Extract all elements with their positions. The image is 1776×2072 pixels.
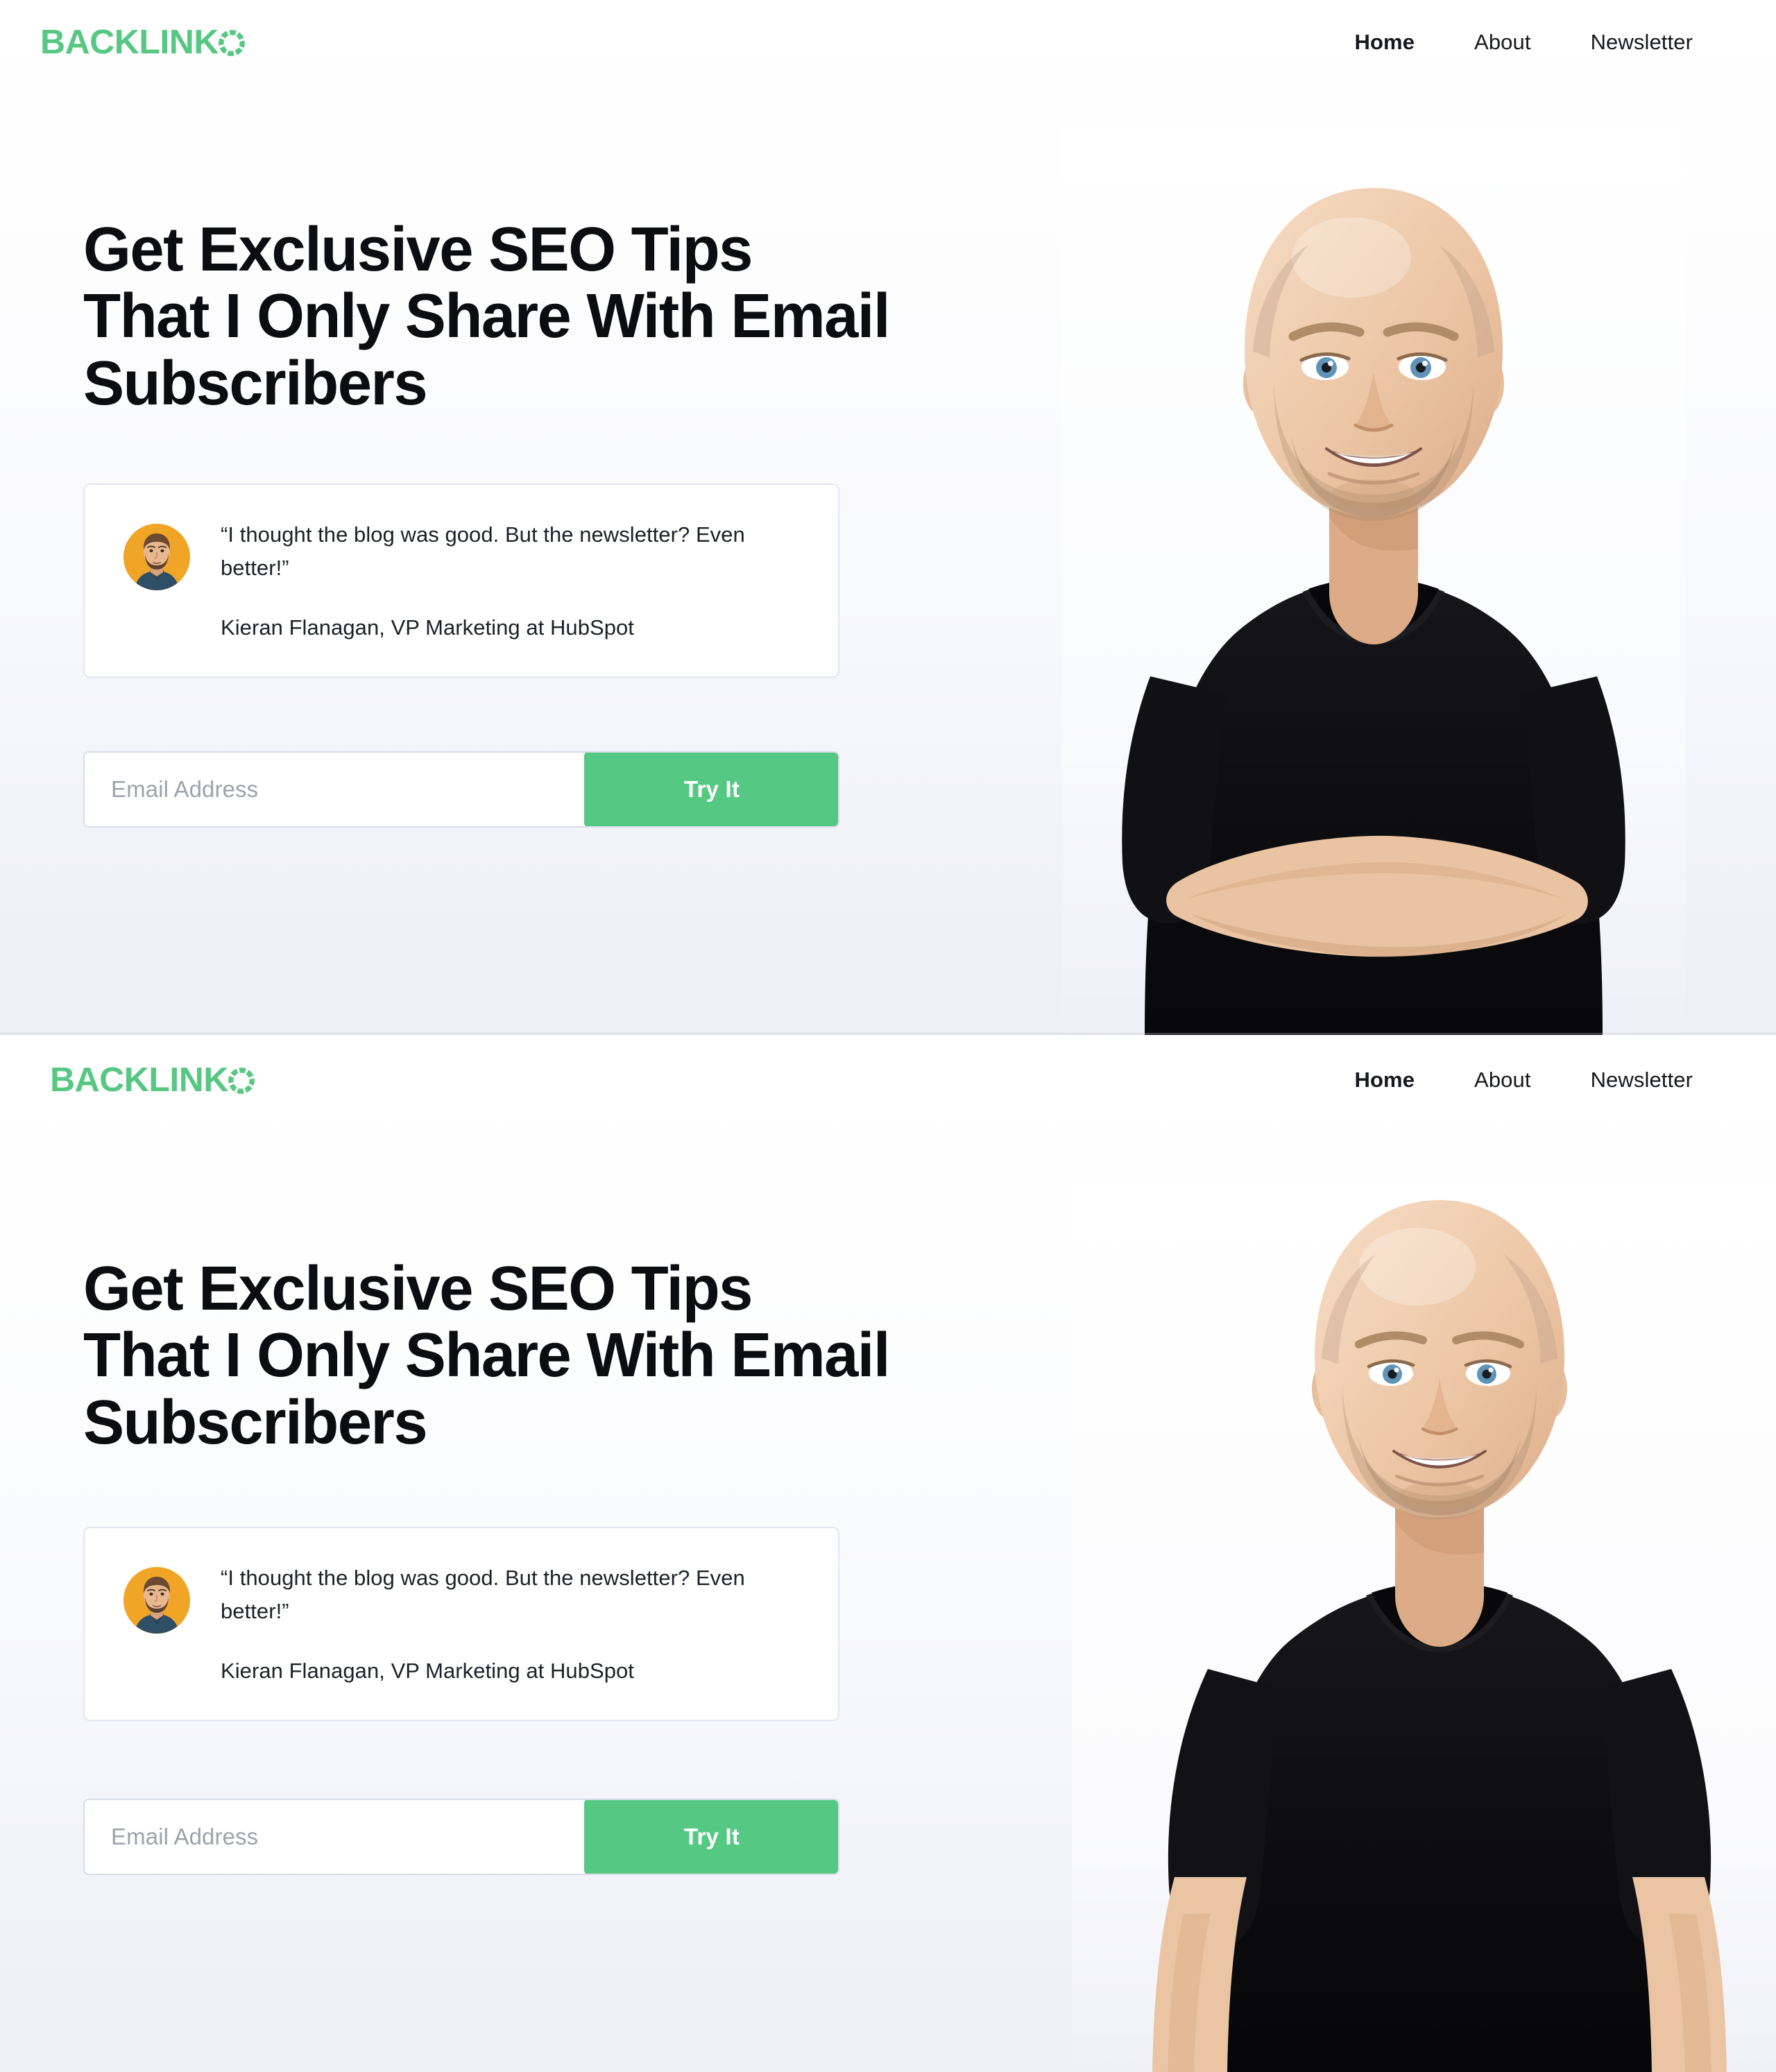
testimonial-card-two: “I thought the blog was good. But the ne…	[83, 1526, 839, 1721]
email-input-one[interactable]	[85, 752, 584, 826]
hero-section-one: Get Exclusive SEO Tips That I Only Share…	[0, 0, 1776, 1035]
logo-backlinko[interactable]: BACKLINK	[40, 23, 246, 61]
primary-nav-one: Home About Newsletter	[1355, 30, 1693, 55]
testimonial-body-two: “I thought the blog was good. But the ne…	[221, 1559, 796, 1688]
hero-portrait-one	[1061, 128, 1686, 1035]
newsletter-signup-form-two: Try It	[83, 1798, 839, 1875]
logo-wordmark-two: BACKLINK	[50, 1061, 228, 1099]
newsletter-signup-form-one: Try It	[83, 751, 839, 828]
testimonial-card-one: “I thought the blog was good. But the ne…	[83, 483, 839, 678]
nav-link-home-two[interactable]: Home	[1355, 1068, 1415, 1093]
try-it-button-one[interactable]: Try It	[584, 752, 838, 826]
email-input-two[interactable]	[85, 1799, 584, 1874]
site-header-one: BACKLINK Home About Newsletter	[0, 18, 1776, 67]
hero-copy-one: Get Exclusive SEO Tips That I Only Share…	[83, 216, 902, 828]
logo-backlinko-two[interactable]: BACKLINK	[50, 1063, 256, 1097]
try-it-button-two[interactable]: Try It	[584, 1799, 838, 1874]
hero-headline-two: Get Exclusive SEO Tips That I Only Share…	[83, 1254, 890, 1457]
primary-nav-two: Home About Newsletter	[1355, 1068, 1693, 1093]
hero-portrait-two	[1072, 1179, 1776, 2072]
testimonial-quote-two: “I thought the blog was good. But the ne…	[221, 1565, 745, 1623]
nav-link-newsletter-two[interactable]: Newsletter	[1591, 1068, 1693, 1093]
site-header-two: BACKLINK Home About Newsletter	[0, 1056, 1776, 1104]
testimonial-author-one: Kieran Flanagan, VP Marketing at HubSpot	[221, 615, 634, 640]
testimonial-author-two: Kieran Flanagan, VP Marketing at HubSpot	[221, 1659, 634, 1684]
avatar-portrait-icon	[123, 523, 190, 590]
hero-viewport-one: BACKLINK Home About Newsletter Get Exclu…	[0, 0, 1776, 1035]
nav-link-about-two[interactable]: About	[1474, 1068, 1531, 1093]
segmented-ring-o-icon-two	[227, 1066, 256, 1095]
nav-link-home[interactable]: Home	[1355, 30, 1415, 55]
nav-link-about[interactable]: About	[1474, 30, 1531, 55]
testimonial-quote-one: “I thought the blog was good. But the ne…	[221, 522, 745, 580]
hero-headline-one: Get Exclusive SEO Tips That I Only Share…	[83, 215, 890, 418]
hero-copy-two: Get Exclusive SEO Tips That I Only Share…	[83, 1256, 902, 1875]
page-root: BACKLINK Home About Newsletter Get Exclu…	[0, 0, 1776, 2072]
testimonial-body-one: “I thought the blog was good. But the ne…	[221, 515, 796, 644]
nav-link-newsletter[interactable]: Newsletter	[1591, 30, 1693, 55]
panel-divider	[0, 1033, 1776, 1036]
hero-viewport-two: BACKLINK Home About Newsletter Get Exclu…	[0, 1035, 1776, 2072]
hero-section-two: Get Exclusive SEO Tips That I Only Share…	[0, 1035, 1776, 2072]
segmented-ring-o-icon	[217, 28, 246, 58]
logo-wordmark: BACKLINK	[40, 23, 219, 61]
avatar-portrait-icon-two	[123, 1566, 190, 1634]
